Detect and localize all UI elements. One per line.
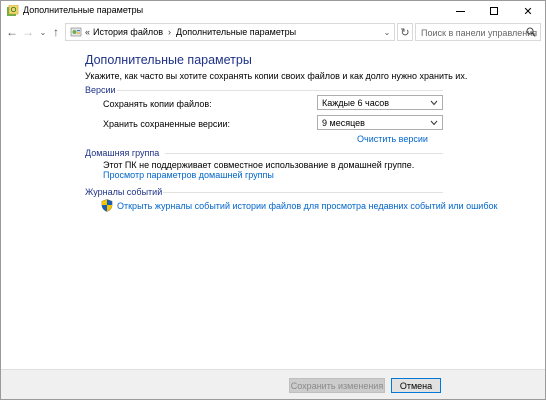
close-button[interactable]: ✕ [511, 1, 545, 21]
save-copies-label: Сохранять копии файлов: [103, 99, 212, 109]
refresh-button[interactable]: ↻ [397, 23, 413, 41]
chevron-down-icon [430, 120, 438, 126]
arrow-left-icon: ← [6, 25, 18, 39]
address-box[interactable]: « История файлов › Дополнительные параме… [65, 23, 395, 41]
keep-versions-value: 9 месяцев [322, 118, 365, 128]
homegroup-status-text: Этот ПК не поддерживает совместное испол… [103, 160, 415, 170]
file-history-icon [7, 5, 19, 16]
address-bar-row: ← → ⌄ ↑ « История файлов › Дополнительны… [1, 21, 545, 45]
open-event-logs-link[interactable]: Открыть журналы событий истории файлов д… [117, 201, 497, 211]
shield-icon [101, 199, 113, 212]
section-title-homegroup: Домашняя группа [85, 148, 160, 158]
breadcrumb-file-history[interactable]: История файлов [93, 27, 163, 37]
back-button[interactable]: ← [5, 25, 19, 39]
close-icon: ✕ [523, 5, 533, 18]
section-divider [165, 153, 443, 154]
page-description: Укажите, как часто вы хотите сохранять к… [85, 71, 468, 81]
recent-locations-button[interactable]: ⌄ [36, 25, 50, 39]
keep-versions-select[interactable]: 9 месяцев [317, 115, 443, 130]
section-divider [117, 90, 443, 91]
address-dropdown-button[interactable]: ⌄ [380, 24, 394, 40]
refresh-icon: ↻ [400, 26, 410, 39]
maximize-icon [490, 7, 498, 15]
control-panel-icon [70, 27, 82, 37]
keep-versions-label: Хранить сохраненные версии: [103, 119, 230, 129]
arrow-up-icon: ↑ [53, 25, 59, 39]
title-bar: Дополнительные параметры ✕ [1, 1, 545, 21]
save-frequency-select[interactable]: Каждые 6 часов [317, 95, 443, 110]
footer-bar: Сохранить изменения Отмена [1, 369, 545, 399]
breadcrumb-separator[interactable]: › [168, 27, 171, 37]
breadcrumb-overflow[interactable]: « [85, 27, 90, 37]
search-input[interactable]: Поиск в панели управления [415, 23, 541, 41]
section-divider [163, 192, 443, 193]
chevron-down-icon: ⌄ [39, 27, 47, 37]
window: Дополнительные параметры ✕ ← → ⌄ ↑ « Ист… [0, 0, 546, 400]
cancel-button[interactable]: Отмена [391, 378, 441, 393]
arrow-right-icon: → [22, 25, 34, 39]
window-title: Дополнительные параметры [23, 5, 144, 15]
search-icon [526, 27, 536, 37]
homegroup-settings-link[interactable]: Просмотр параметров домашней группы [103, 170, 274, 180]
page-heading: Дополнительные параметры [85, 53, 252, 67]
maximize-button[interactable] [477, 1, 511, 21]
chevron-down-icon [430, 100, 438, 106]
clean-versions-link[interactable]: Очистить версии [357, 134, 428, 144]
breadcrumb-advanced-settings[interactable]: Дополнительные параметры [176, 27, 296, 37]
forward-button[interactable]: → [21, 25, 35, 39]
search-placeholder: Поиск в панели управления [421, 28, 538, 38]
minimize-button[interactable] [443, 1, 477, 21]
chevron-down-icon: ⌄ [383, 27, 391, 37]
save-changes-button[interactable]: Сохранить изменения [289, 378, 385, 393]
section-title-event-logs: Журналы событий [85, 187, 163, 197]
up-button[interactable]: ↑ [49, 25, 63, 39]
section-title-versions: Версии [85, 85, 116, 95]
minimize-icon [455, 10, 465, 12]
save-frequency-value: Каждые 6 часов [322, 98, 390, 108]
